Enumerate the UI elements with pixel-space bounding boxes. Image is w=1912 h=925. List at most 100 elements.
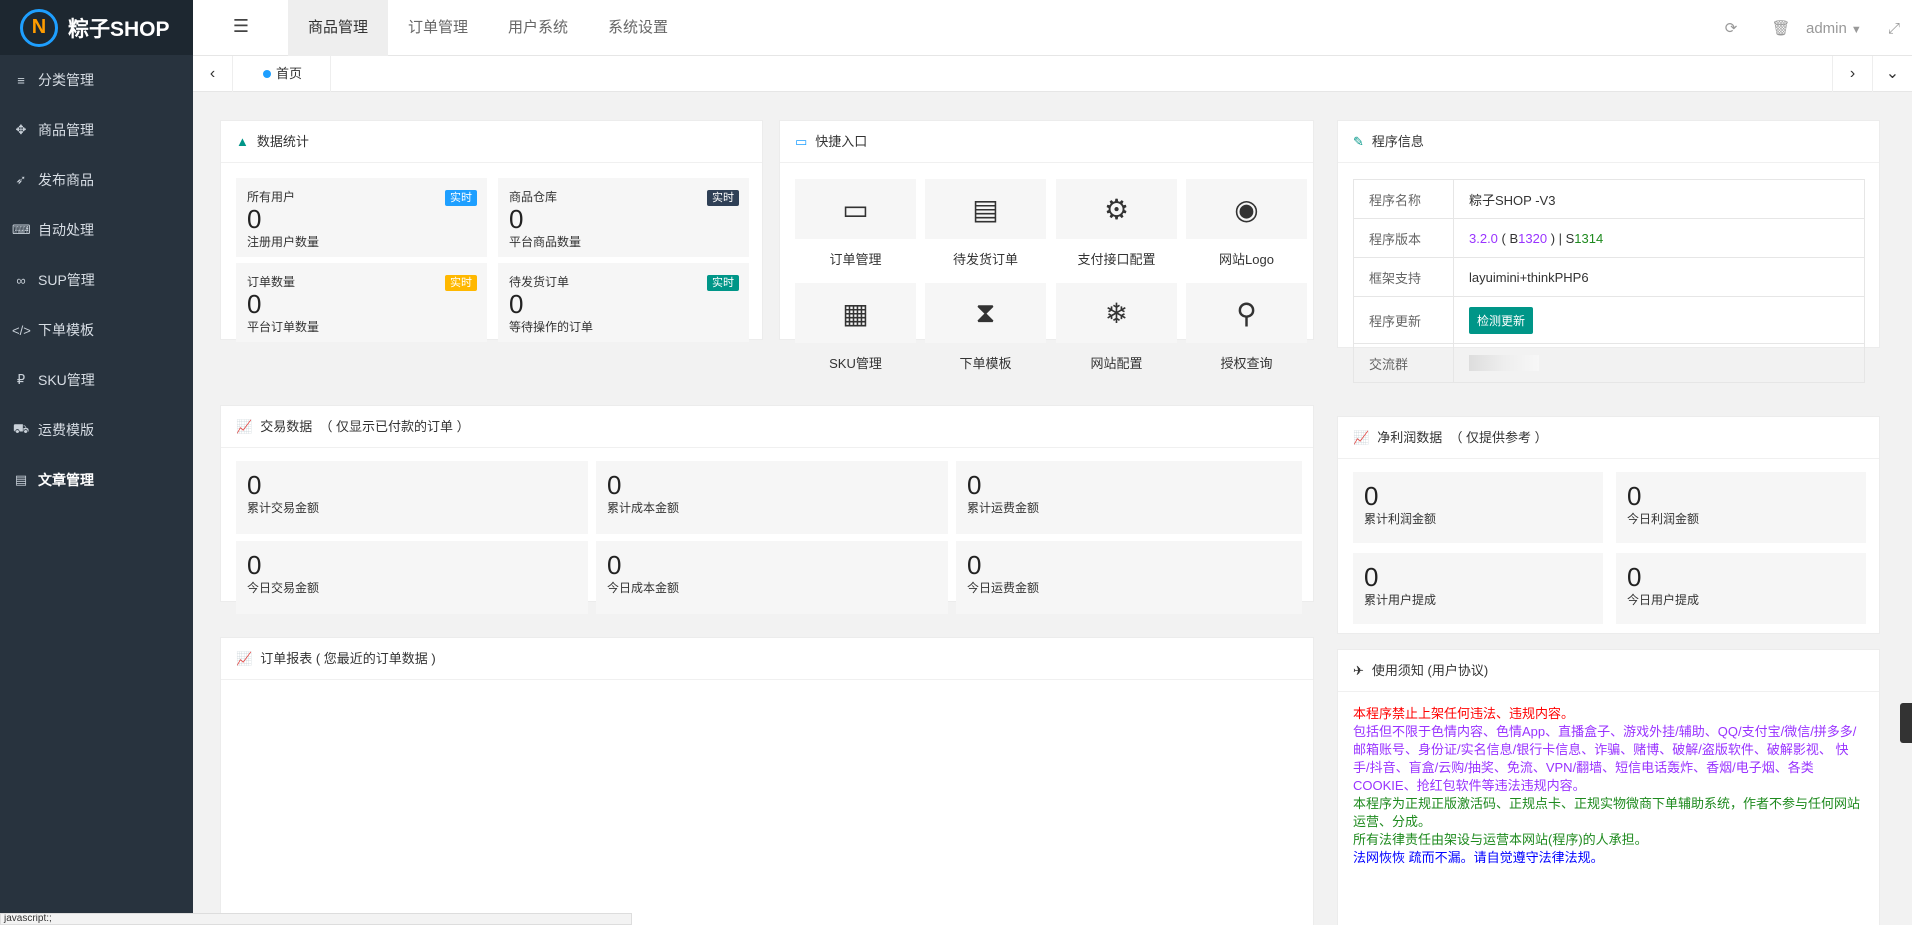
card-title: 订单报表 [260, 650, 313, 666]
sidebar-item-article[interactable]: ▤ 文章管理 [0, 455, 193, 505]
stat-title: 订单数量 [247, 275, 296, 289]
card-header: ✈ 使用须知 (用户协议) [1338, 650, 1879, 692]
quick-entry-card: ▭ 快捷入口 ▭ 订单管理 ▤ 待发货订单 ⚙ 支付接口配置 ◉ 网站Logo ▦ SKU管… [779, 120, 1314, 371]
logo-text: 粽子SHOP [68, 17, 170, 41]
program-info-table: 程序名称 粽子SHOP -V3 程序版本 3.2.0 ( B1320 ) | S13… [1353, 179, 1865, 383]
quick-pending-orders[interactable]: ▤ 待发货订单 [925, 179, 1046, 268]
tab-orders[interactable]: 订单管理 [388, 0, 488, 56]
menu-toggle-icon[interactable]: ☰ [229, 16, 253, 40]
info-key: 程序版本 [1353, 218, 1454, 258]
quick-site-config[interactable]: ❄ 网站配置 [1056, 283, 1177, 372]
card-subtitle: （ 仅显示已付款的订单 ） [319, 418, 470, 434]
sidebar-item-shipping[interactable]: ⛟ 运费模版 [0, 405, 193, 455]
quick-site-logo[interactable]: ◉ 网站Logo [1186, 179, 1307, 268]
check-update-button[interactable]: 检测更新 [1469, 306, 1534, 334]
line-chart-icon: 📈 [236, 418, 253, 434]
sidebar-nav: ≡ 分类管理 ✥ 商品管理 ➶ 发布商品 ⌨ 自动处理 ∞ SUP管理 </> 下单模板 ₽… [0, 55, 193, 505]
stats-card: ▲ 数据统计 所有用户 实时 0 注册用户数量 商品仓库 实时 0 平台商品数量 … [220, 120, 763, 342]
quick-orders[interactable]: ▭ 订单管理 [795, 179, 916, 268]
target-icon: ◉ [1186, 179, 1307, 239]
warning-icon: ▲ [236, 133, 249, 149]
trade-total-freight: 0 累计运费金额 [956, 461, 1302, 534]
fullscreen-icon[interactable]: ⤢ [1876, 20, 1912, 37]
notice-line: 本程序为正规正版激活码、正规点卡、正规实物微商下单辅助系统，作者不参与任何网站运… [1353, 796, 1861, 829]
chevron-down-icon[interactable]: ⌄ [1872, 56, 1912, 92]
tab-users[interactable]: 用户系统 [488, 0, 588, 56]
stat-value: 0 [247, 289, 262, 319]
menu-icon: ≡ [17, 72, 25, 88]
realtime-badge: 实时 [707, 275, 739, 291]
chevron-left-icon[interactable]: ‹ [193, 56, 233, 92]
quick-label: 网站Logo [1219, 252, 1274, 267]
page-tab-home[interactable]: 首页 [235, 56, 332, 92]
ruble-icon: ₽ [16, 372, 26, 387]
info-value [1453, 343, 1865, 383]
keyboard-icon: ⌨ [12, 222, 31, 237]
stat-value: 0 [967, 470, 982, 500]
book-icon: ▤ [14, 472, 28, 487]
tab-settings[interactable]: 系统设置 [588, 0, 688, 56]
trash-icon[interactable]: 🗑 [1756, 19, 1806, 37]
stat-sub: 累计利润金额 [1364, 512, 1437, 526]
stat-all-users: 所有用户 实时 0 注册用户数量 [236, 178, 487, 257]
line-chart-icon: 📈 [236, 650, 253, 666]
stat-value: 0 [1364, 562, 1379, 592]
sidebar-item-auto[interactable]: ⌨ 自动处理 [0, 205, 193, 255]
notice-line: 包括但不限于色情内容、色情App、直播盒子、游戏外挂/辅助、QQ/支付宝/微信/… [1353, 724, 1857, 793]
notice-card: ✈ 使用须知 (用户协议) 本程序禁止上架任何违法、违规内容。 包括但不限于色情内… [1337, 649, 1880, 925]
quick-sku[interactable]: ▦ SKU管理 [795, 283, 916, 372]
stat-sub: 注册用户数量 [247, 235, 320, 249]
username: admin [1806, 19, 1847, 37]
card-header: ✎ 程序信息 [1338, 121, 1879, 163]
card-title: 程序信息 [1371, 133, 1424, 149]
quick-license-query[interactable]: ⚲ 授权查询 [1186, 283, 1307, 372]
sidebar-item-publish[interactable]: ➶ 发布商品 [0, 155, 193, 205]
info-value: 检测更新 [1453, 296, 1865, 344]
hourglass-icon: ⧗ [925, 283, 1046, 343]
stat-value: 0 [247, 470, 262, 500]
card-header: ▭ 快捷入口 [780, 121, 1313, 163]
scroll-handle[interactable] [1900, 703, 1912, 743]
quick-label: 待发货订单 [952, 252, 1018, 267]
header-actions: ⟳ 🗑 admin ▼ ⤢ [1706, 0, 1912, 56]
logo[interactable]: N 粽子SHOP [0, 0, 193, 55]
stat-value: 0 [247, 204, 262, 234]
quick-template[interactable]: ⧗ 下单模板 [925, 283, 1046, 372]
commission-today: 0 今日用户提成 [1616, 553, 1866, 624]
version-s: 1314 [1574, 230, 1604, 246]
stat-sub: 累计成本金额 [607, 501, 680, 515]
orders-report-card: 📈 订单报表 ( 您最近的订单数据 ) [220, 637, 1314, 925]
sidebar-item-label: SKU管理 [38, 372, 95, 388]
sidebar-item-category[interactable]: ≡ 分类管理 [0, 55, 193, 105]
tab-goods[interactable]: 商品管理 [288, 0, 388, 56]
trade-today-freight: 0 今日运费金额 [956, 541, 1302, 614]
sidebar-item-template[interactable]: </> 下单模板 [0, 305, 193, 355]
stat-value: 0 [509, 204, 524, 234]
card-header: ▲ 数据统计 [221, 121, 762, 163]
chevron-right-icon[interactable]: › [1832, 56, 1872, 92]
info-value: 粽子SHOP -V3 [1453, 179, 1865, 219]
blurred-group-number [1469, 355, 1539, 372]
card-title: 数据统计 [256, 133, 309, 149]
user-menu[interactable]: admin ▼ [1806, 20, 1876, 37]
sidebar-item-sup[interactable]: ∞ SUP管理 [0, 255, 193, 305]
leaf-icon: ✎ [1353, 133, 1364, 149]
logo-icon: N [20, 8, 58, 47]
code-icon: </> [12, 322, 31, 338]
trade-today-cost: 0 今日成本金额 [596, 541, 948, 614]
sidebar-item-goods[interactable]: ✥ 商品管理 [0, 105, 193, 155]
caret-down-icon: ▼ [1850, 23, 1862, 36]
sidebar-item-label: SUP管理 [38, 272, 95, 288]
sidebar-item-sku[interactable]: ₽ SKU管理 [0, 355, 193, 405]
refresh-icon[interactable]: ⟳ [1706, 19, 1756, 37]
file-icon: ▤ [925, 179, 1046, 239]
stat-title: 商品仓库 [509, 190, 558, 204]
version-sep: ) | S [1547, 230, 1575, 246]
table-row: 程序更新 检测更新 [1353, 296, 1865, 344]
quick-payment-config[interactable]: ⚙ 支付接口配置 [1056, 179, 1177, 268]
notice-line: 所有法律责任由架设与运营本网站(程序)的人承担。 [1353, 832, 1648, 847]
version-build: 1320 [1518, 230, 1548, 246]
move-icon: ✥ [15, 122, 27, 137]
stat-sub: 平台订单数量 [247, 320, 320, 334]
card-header: 📈 净利润数据 （ 仅提供参考 ） [1338, 417, 1879, 459]
